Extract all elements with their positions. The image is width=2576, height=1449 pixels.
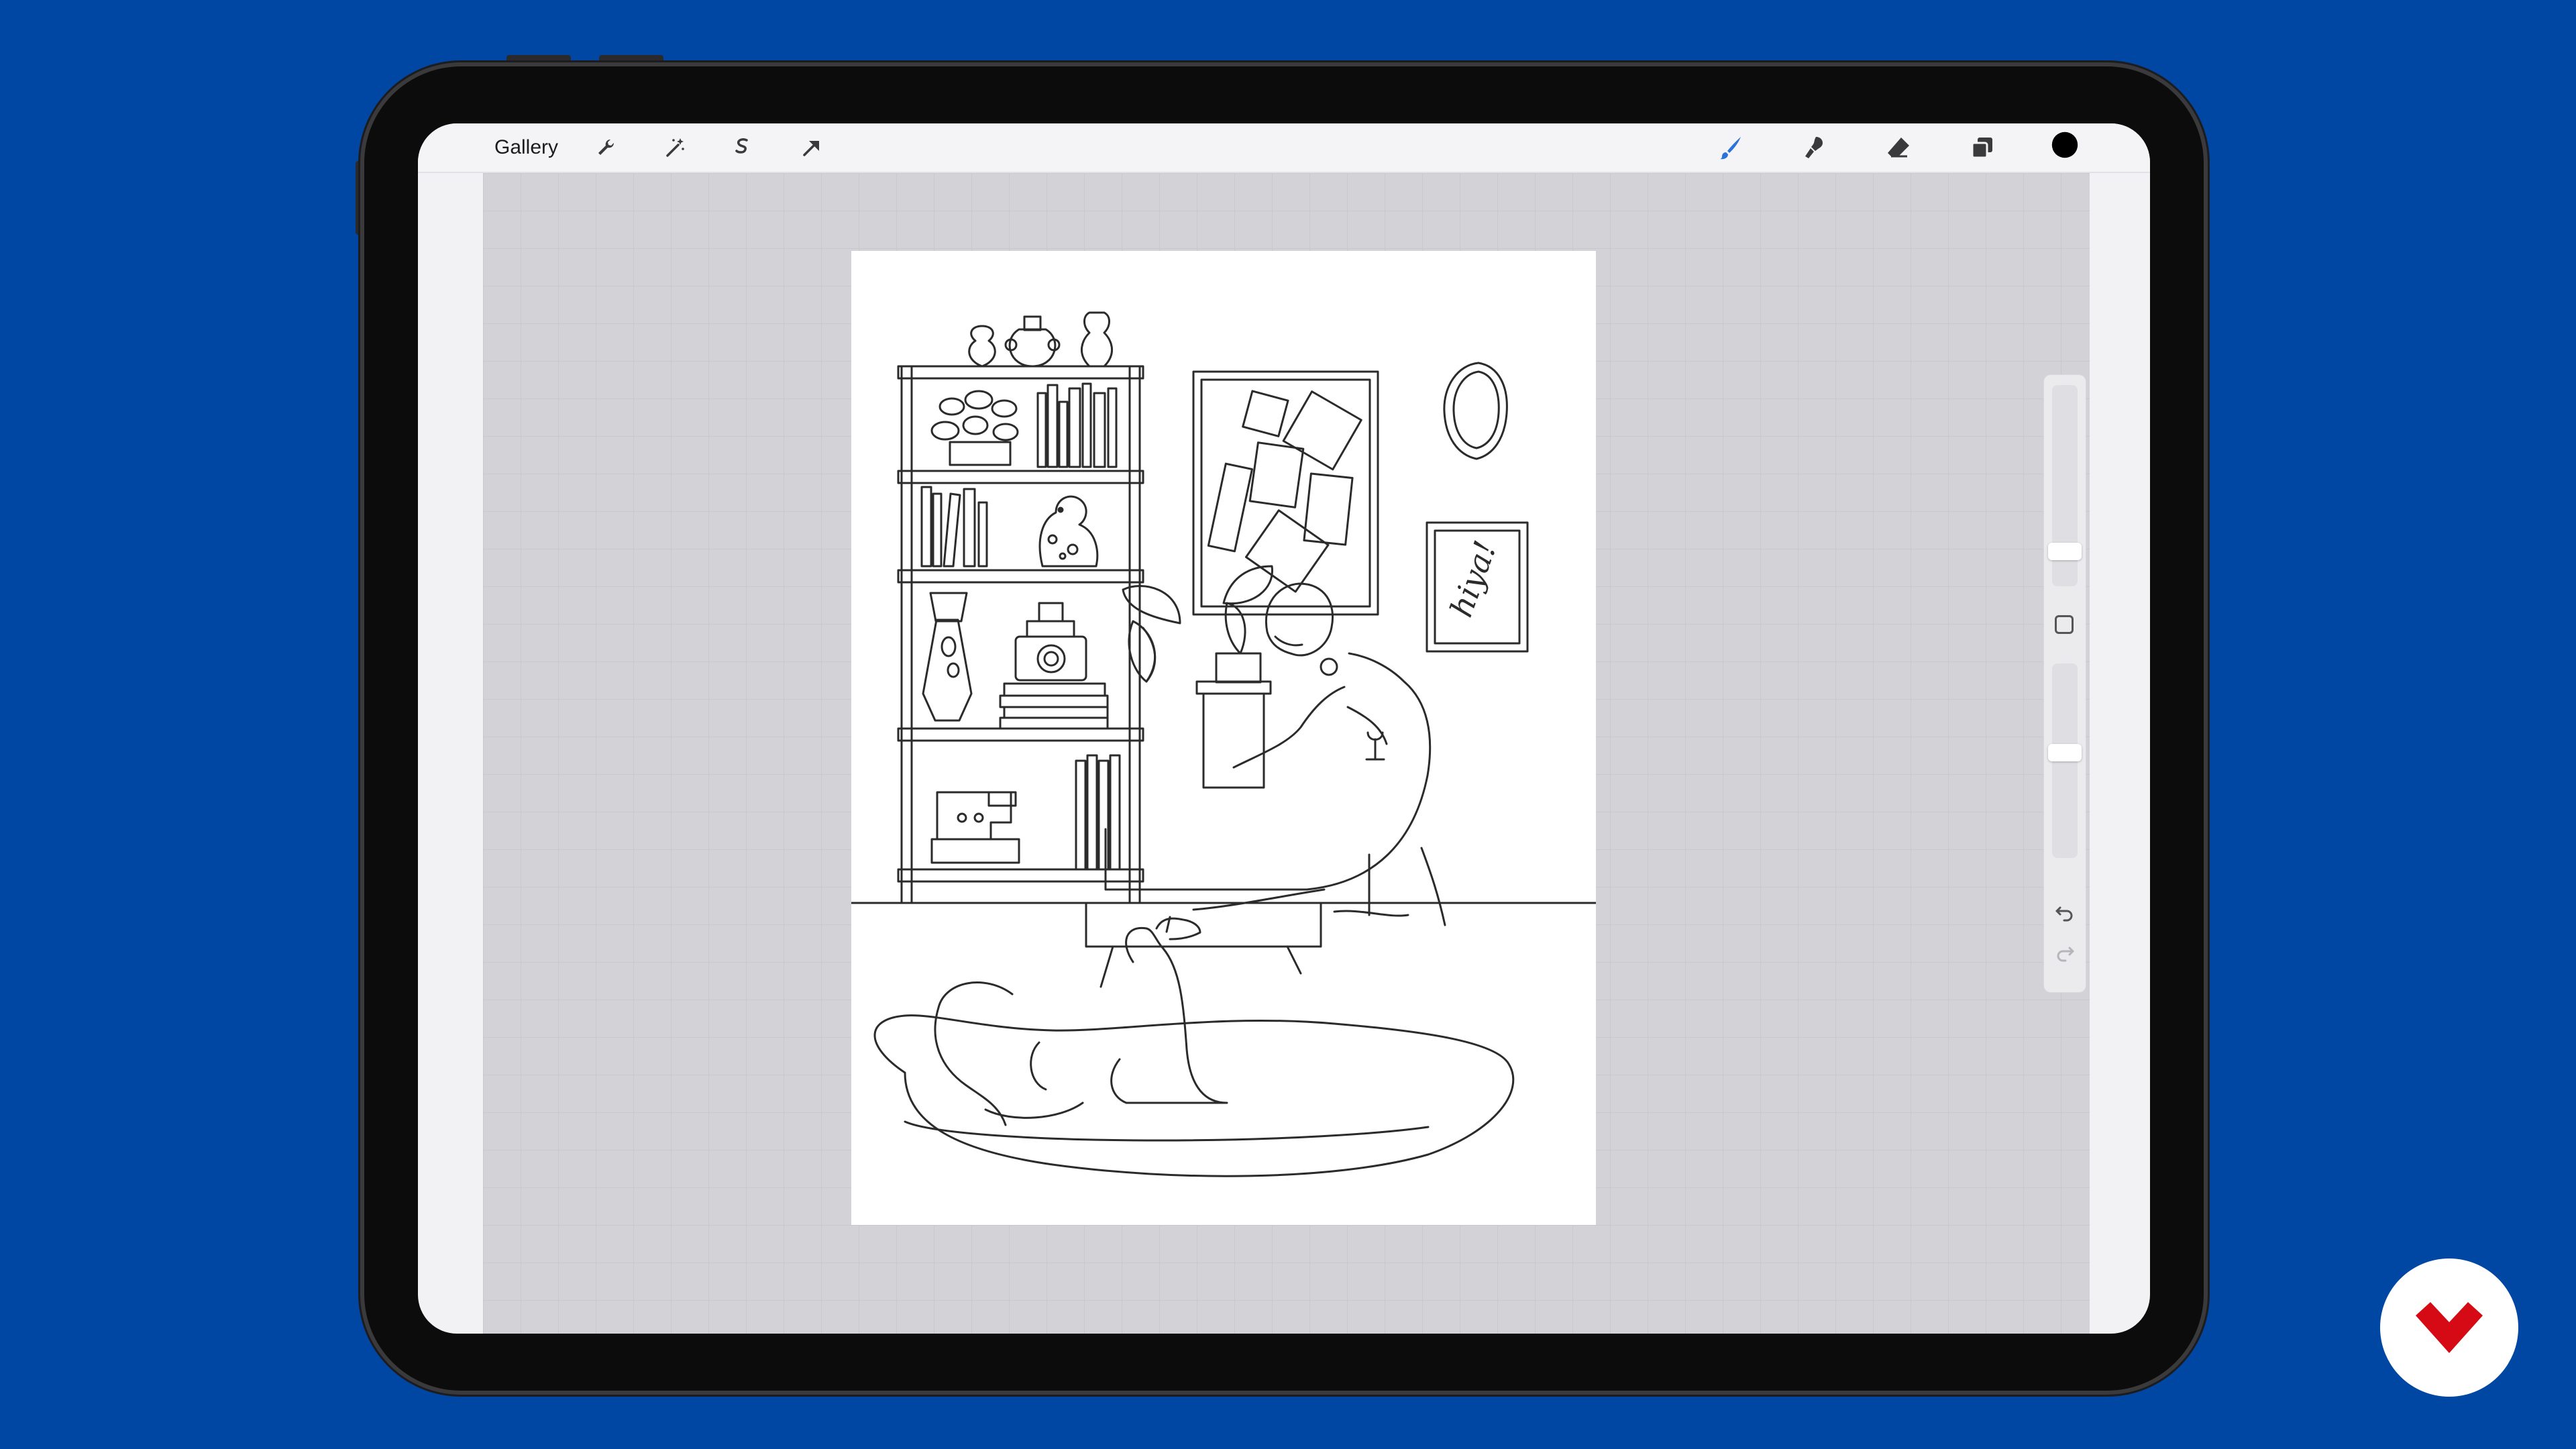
artwork-paper[interactable]: hiya! bbox=[851, 251, 1596, 1225]
top-toolbar: Gallery bbox=[418, 123, 2150, 173]
eraser-icon[interactable] bbox=[1885, 134, 1912, 161]
potted-plant bbox=[1122, 565, 1273, 789]
drawing-canvas[interactable]: hiya! bbox=[483, 173, 2090, 1334]
layers-icon[interactable] bbox=[1969, 134, 1996, 161]
redo-button[interactable] bbox=[2053, 942, 2076, 965]
hiya-sign-text: hiya! bbox=[1443, 536, 1504, 622]
wrench-icon[interactable] bbox=[592, 134, 619, 161]
top-button-left bbox=[506, 55, 571, 60]
smudge-icon[interactable] bbox=[1801, 134, 1828, 161]
gallery-button[interactable]: Gallery bbox=[494, 133, 558, 162]
undo-button[interactable] bbox=[2053, 902, 2076, 924]
modify-button[interactable] bbox=[2055, 615, 2074, 634]
color-swatch[interactable] bbox=[2051, 131, 2085, 165]
brush-icon[interactable] bbox=[1717, 134, 1744, 161]
top-button-right bbox=[599, 55, 663, 60]
brand-logo-mark bbox=[2416, 1302, 2483, 1353]
transform-arrow-icon[interactable] bbox=[798, 134, 824, 161]
sidebar-controls bbox=[2044, 375, 2086, 992]
brush-size-thumb[interactable] bbox=[2048, 543, 2082, 560]
opacity-thumb[interactable] bbox=[2048, 744, 2082, 761]
magic-wand-icon[interactable] bbox=[661, 134, 688, 161]
app-screen: Gallery hiya! bbox=[418, 123, 2150, 1334]
bookshelf bbox=[897, 311, 1144, 904]
brand-logo bbox=[2380, 1258, 2518, 1397]
selection-icon[interactable] bbox=[729, 134, 756, 161]
wall-art bbox=[1192, 370, 1379, 616]
dog-and-rug bbox=[873, 916, 1515, 1177]
